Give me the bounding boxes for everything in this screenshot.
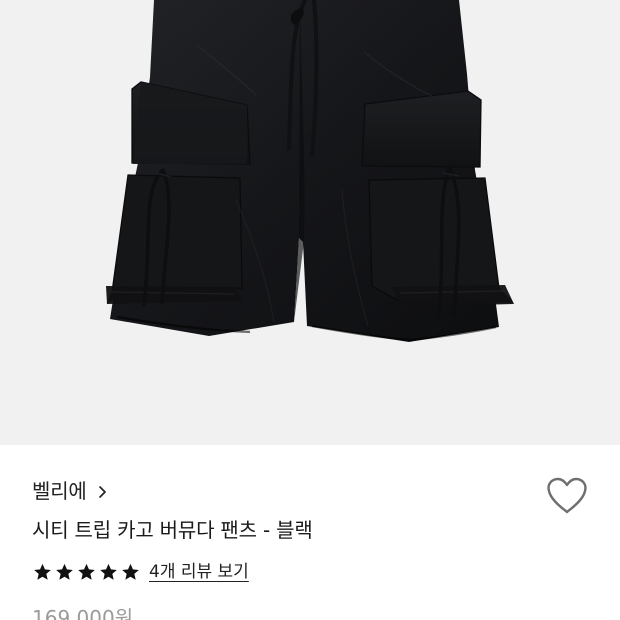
right-pocket-flap bbox=[361, 90, 482, 168]
star-rating bbox=[32, 562, 141, 583]
star-filled-icon bbox=[122, 563, 139, 580]
review-count-link[interactable]: 4개 리뷰 보기 bbox=[149, 561, 249, 583]
product-detail-page: 벨리에 시티 트립 카고 버뮤다 팬츠 - 블랙 4개 리뷰 보기 169,00… bbox=[0, 0, 620, 620]
star-filled-icon bbox=[78, 563, 95, 580]
heart-outline-icon[interactable] bbox=[546, 477, 588, 517]
left-pocket-body bbox=[106, 174, 243, 304]
product-title: 시티 트립 카고 버뮤다 팬츠 - 블랙 bbox=[32, 518, 313, 542]
brand-name[interactable]: 벨리에 bbox=[32, 479, 87, 503]
star-filled-icon bbox=[34, 563, 51, 580]
black-cargo-shorts-image bbox=[106, 0, 514, 342]
chevron-right-icon[interactable] bbox=[95, 484, 109, 498]
star-filled-icon bbox=[100, 563, 117, 580]
wishlist-button[interactable] bbox=[546, 477, 588, 517]
brand-link[interactable]: 벨리에 bbox=[32, 479, 109, 503]
product-price: 169,000원 bbox=[32, 606, 134, 620]
product-image[interactable] bbox=[0, 0, 620, 445]
star-filled-icon bbox=[56, 563, 73, 580]
rating-row: 4개 리뷰 보기 bbox=[32, 559, 249, 585]
product-info-section: 벨리에 시티 트립 카고 버뮤다 팬츠 - 블랙 4개 리뷰 보기 169,00… bbox=[0, 445, 620, 620]
